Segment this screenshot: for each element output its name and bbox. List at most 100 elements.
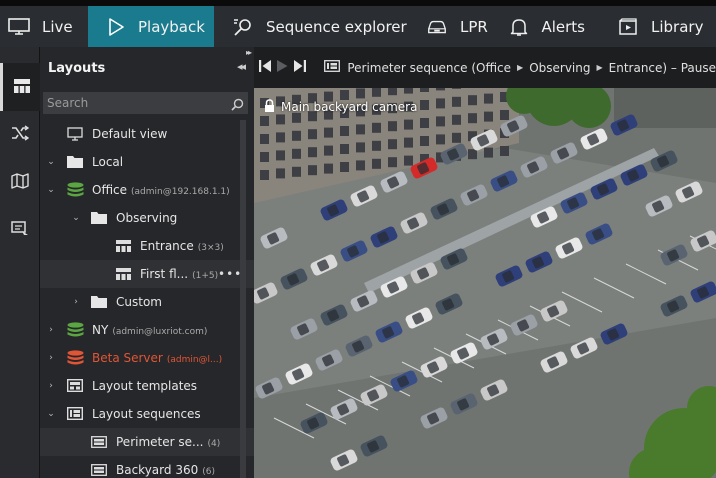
- camera-label: Main backyard camera: [264, 99, 417, 115]
- chevron-right-icon: ▶: [596, 63, 603, 72]
- tree-item-beta-server[interactable]: › Beta Server (admin@l...): [40, 344, 254, 372]
- sequence-icon: [91, 436, 107, 451]
- tree-item-office[interactable]: ⌄ Office (admin@192.168.1.1): [40, 176, 254, 204]
- tab-sequence-explorer[interactable]: Sequence explorer: [214, 6, 407, 47]
- monitor-icon: [8, 16, 30, 38]
- panel-scrollbar[interactable]: [240, 120, 246, 478]
- library-icon: [617, 16, 639, 38]
- tree-item-local[interactable]: ⌄ Local: [40, 148, 254, 176]
- tree-item-layout-templates[interactable]: › Layout templates: [40, 372, 254, 400]
- tab-sequence-explorer-label: Sequence explorer: [266, 17, 407, 36]
- tab-playback[interactable]: Playback: [88, 6, 214, 47]
- tab-live-label: Live: [42, 17, 73, 36]
- car-icon: [426, 16, 448, 38]
- rail-maps-button[interactable]: [0, 159, 40, 207]
- tree-item-entrance[interactable]: Entrance (3×3): [40, 232, 254, 260]
- tree-item-detail: (6): [202, 467, 215, 477]
- tree-item-detail: (admin@l...): [166, 355, 223, 365]
- breadcrumb-item[interactable]: Perimeter sequence (Office: [347, 61, 511, 75]
- chevron-down-icon[interactable]: ⌄: [46, 409, 56, 419]
- tree-item-default-view[interactable]: Default view: [40, 120, 254, 148]
- tree-item-label: Layout templates: [92, 379, 198, 393]
- search-icon[interactable]: [231, 96, 244, 115]
- map-icon: [11, 173, 29, 193]
- rail-sequences-button[interactable]: [0, 111, 40, 159]
- sequence-search-icon: [232, 16, 254, 38]
- tree-item-label: Entrance: [140, 239, 194, 253]
- tree-item-observing[interactable]: ⌄ Observing: [40, 204, 254, 232]
- expand-panel-icon[interactable]: ▸▸: [246, 48, 252, 57]
- server-stack-icon: [67, 182, 84, 201]
- camera-view[interactable]: Main backyard camera: [254, 88, 716, 478]
- play-sequence-button[interactable]: [273, 47, 290, 88]
- top-navigation: Live Playback Sequence explorer LPR Aler…: [0, 0, 716, 47]
- chevron-right-icon[interactable]: ›: [46, 325, 56, 335]
- tree-item-detail: (admin@luxriot.com): [112, 327, 208, 337]
- tree-item-label: First fl...: [140, 267, 189, 281]
- chevron-right-icon[interactable]: ›: [46, 353, 56, 363]
- layout-grid-icon: [116, 240, 131, 255]
- chevron-right-icon: ▶: [517, 63, 524, 72]
- server-stack-red-icon: [67, 350, 84, 369]
- layouts-panel: Layouts ▸▸ ◂◂ Default view ⌄ Local ⌄: [40, 47, 254, 478]
- rail-layouts-button[interactable]: [0, 63, 40, 111]
- skip-back-icon: [258, 58, 272, 77]
- tree-item-label: Beta Server: [92, 351, 163, 365]
- bell-icon: [508, 16, 529, 38]
- tab-live[interactable]: Live: [0, 6, 88, 47]
- skip-forward-icon: [293, 58, 307, 77]
- tree-item-label: Office: [92, 183, 128, 197]
- tree-item-label: Local: [92, 155, 124, 169]
- layouts-icon: [13, 78, 30, 97]
- tab-alerts-label: Alerts: [541, 17, 585, 36]
- tree-item-perimeter-sequence[interactable]: Perimeter se... (4): [40, 428, 254, 456]
- layout-templates-icon: [66, 378, 84, 395]
- tree-item-label: Perimeter se...: [116, 435, 204, 449]
- layout-tree: Default view ⌄ Local ⌄ Office (admin@192.…: [40, 120, 254, 478]
- server-stack-icon: [67, 322, 84, 341]
- tree-item-ny[interactable]: › NY (admin@luxriot.com): [40, 316, 254, 344]
- play-icon: [106, 16, 126, 38]
- chevron-right-icon[interactable]: ›: [71, 297, 81, 307]
- folder-icon: [91, 211, 107, 227]
- tree-item-label: NY: [92, 323, 109, 337]
- shuffle-icon: [11, 125, 30, 145]
- layout-sequences-icon: [66, 406, 84, 423]
- monitor-alert-icon: [11, 221, 29, 241]
- breadcrumb-item[interactable]: Observing: [529, 61, 590, 75]
- previous-layout-button[interactable]: [256, 47, 273, 88]
- tree-item-label: Observing: [116, 211, 178, 225]
- panel-header: Layouts ▸▸ ◂◂: [40, 47, 254, 90]
- folder-icon: [67, 155, 83, 171]
- tab-library-label: Library: [651, 17, 704, 36]
- breadcrumb: Perimeter sequence (Office ▶ Observing ▶…: [324, 60, 716, 75]
- tree-item-detail: (admin@192.168.1.1): [131, 187, 230, 197]
- tree-item-detail: (4): [207, 439, 221, 449]
- camera-feed-image: [254, 88, 716, 478]
- search-box: [43, 92, 248, 114]
- search-input[interactable]: [47, 96, 217, 110]
- next-layout-button[interactable]: [291, 47, 308, 88]
- chevron-down-icon[interactable]: ⌄: [46, 157, 56, 167]
- tree-item-detail: (1+5): [192, 271, 219, 281]
- tree-item-backyard-360[interactable]: Backyard 360 (6): [40, 456, 254, 478]
- layout-grid-icon: [116, 268, 131, 283]
- tree-item-custom[interactable]: › Custom: [40, 288, 254, 316]
- breadcrumb-item[interactable]: Entrance) – Pause: [609, 61, 716, 75]
- monitor-icon: [67, 127, 83, 144]
- tree-item-layout-sequences[interactable]: ⌄ Layout sequences: [40, 400, 254, 428]
- tree-item-label: Layout sequences: [92, 407, 201, 421]
- tab-library[interactable]: Library: [595, 6, 716, 47]
- chevron-right-icon[interactable]: ›: [46, 381, 56, 391]
- rail-events-button[interactable]: [0, 207, 40, 255]
- tree-item-first-floor[interactable]: First fl... (1+5) •••: [40, 260, 254, 288]
- tab-alerts[interactable]: Alerts: [492, 6, 595, 47]
- chevron-down-icon[interactable]: ⌄: [46, 185, 56, 195]
- tab-playback-label: Playback: [138, 17, 205, 36]
- tree-item-label: Backyard 360: [116, 463, 199, 477]
- tab-lpr[interactable]: LPR: [402, 6, 492, 47]
- chevron-down-icon[interactable]: ⌄: [71, 213, 81, 223]
- tree-item-detail: (3×3): [197, 243, 224, 253]
- collapse-panel-icon[interactable]: ◂◂: [237, 60, 246, 73]
- more-options-button[interactable]: •••: [218, 267, 242, 281]
